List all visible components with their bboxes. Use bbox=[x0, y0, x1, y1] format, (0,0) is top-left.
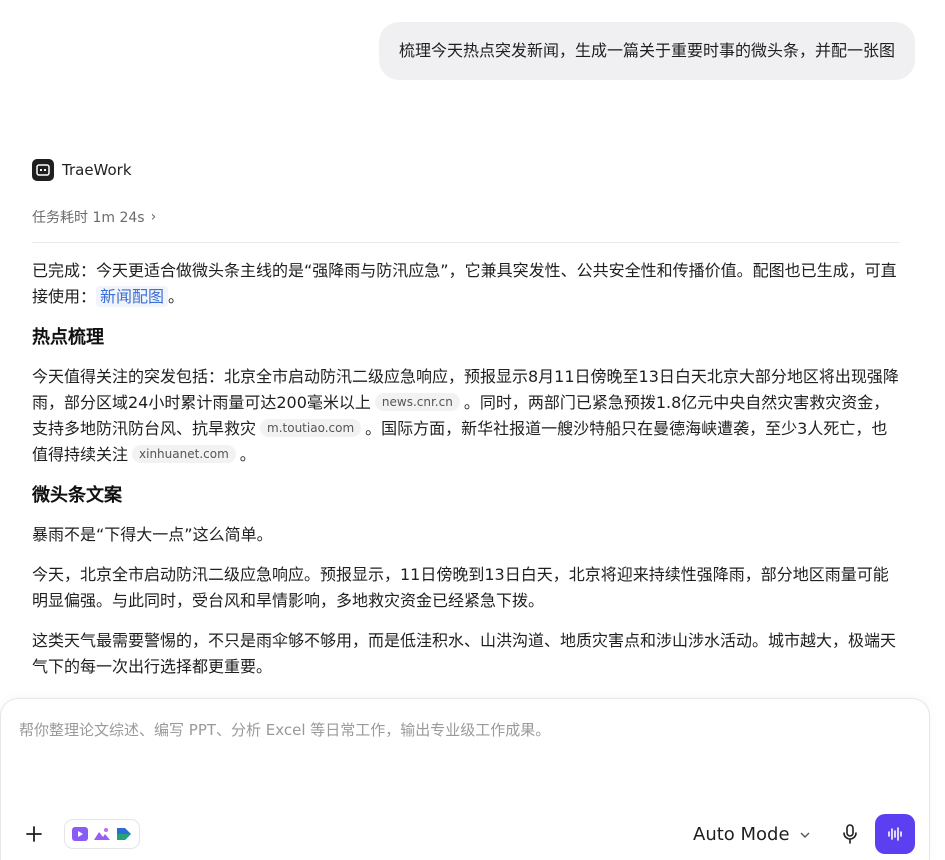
source-chip-toutiao[interactable]: m.toutiao.com bbox=[260, 419, 362, 437]
mode-label: Auto Mode bbox=[693, 823, 790, 845]
task-duration-toggle[interactable]: 任务耗时 1m 24s › bbox=[32, 206, 900, 228]
intro-paragraph: 已完成：今天更适合做微头条主线的是“强降雨与防汛应急”，它兼具突发性、公共安全性… bbox=[32, 261, 897, 307]
message-input[interactable] bbox=[19, 721, 899, 739]
assistant-message: TraeWork 任务耗时 1m 24s › bbox=[32, 158, 900, 243]
mode-selector[interactable]: Auto Mode bbox=[693, 821, 810, 847]
source-chip-cnr[interactable]: news.cnr.cn bbox=[374, 393, 460, 411]
divider bbox=[32, 242, 900, 243]
add-attachment-button[interactable] bbox=[21, 821, 47, 847]
plus-icon bbox=[26, 826, 42, 842]
hotspots-paragraph: 今天值得关注的突发包括：北京全市启动防汛二级应急响应，预报显示8月11日傍晚至1… bbox=[32, 367, 899, 464]
tools-selector[interactable] bbox=[64, 819, 140, 849]
copy-paragraph-3: 这类天气最需要警惕的，不只是雨伞够不够用，而是低洼积水、山洪沟道、地质灾害点和涉… bbox=[32, 631, 897, 676]
slides-icon bbox=[117, 828, 131, 840]
voice-send-button[interactable] bbox=[875, 814, 915, 854]
news-image-link[interactable]: 新闻配图 bbox=[96, 286, 169, 307]
video-icon bbox=[72, 827, 88, 841]
copy-paragraph-2: 今天，北京全市启动防汛二级应急响应。预报显示，11日傍晚到13日白天，北京将迎来… bbox=[32, 565, 889, 610]
microphone-button[interactable] bbox=[839, 821, 861, 847]
composer: Auto Mode bbox=[0, 698, 930, 860]
user-message-row: 梳理今天热点突发新闻，生成一篇关于重要时事的微头条，并配一张图 bbox=[378, 22, 915, 80]
chevron-right-icon: › bbox=[150, 209, 157, 225]
section-heading-copy: 微头条文案 bbox=[32, 485, 122, 506]
chat-page: 梳理今天热点突发新闻，生成一篇关于重要时事的微头条，并配一张图 TraeWork… bbox=[0, 0, 945, 860]
task-duration: 任务耗时 1m 24s bbox=[32, 210, 145, 226]
terminal-icon bbox=[32, 159, 54, 181]
copy-paragraph-1: 暴雨不是“下得大一点”这么简单。 bbox=[32, 525, 273, 544]
chevron-down-icon bbox=[800, 827, 810, 841]
image-icon bbox=[94, 828, 110, 840]
response-content: 已完成：今天更适合做微头条主线的是“强降雨与防汛应急”，它兼具突发性、公共安全性… bbox=[32, 258, 902, 680]
user-message: 梳理今天热点突发新闻，生成一篇关于重要时事的微头条，并配一张图 bbox=[378, 22, 915, 80]
microphone-icon bbox=[843, 824, 857, 844]
source-chip-xinhua[interactable]: xinhuanet.com bbox=[132, 445, 236, 463]
voice-wave-icon bbox=[888, 827, 902, 841]
agent-name: TraeWork bbox=[62, 161, 132, 179]
agent-header: TraeWork bbox=[32, 158, 900, 182]
section-heading-hotspots: 热点梳理 bbox=[32, 327, 104, 348]
